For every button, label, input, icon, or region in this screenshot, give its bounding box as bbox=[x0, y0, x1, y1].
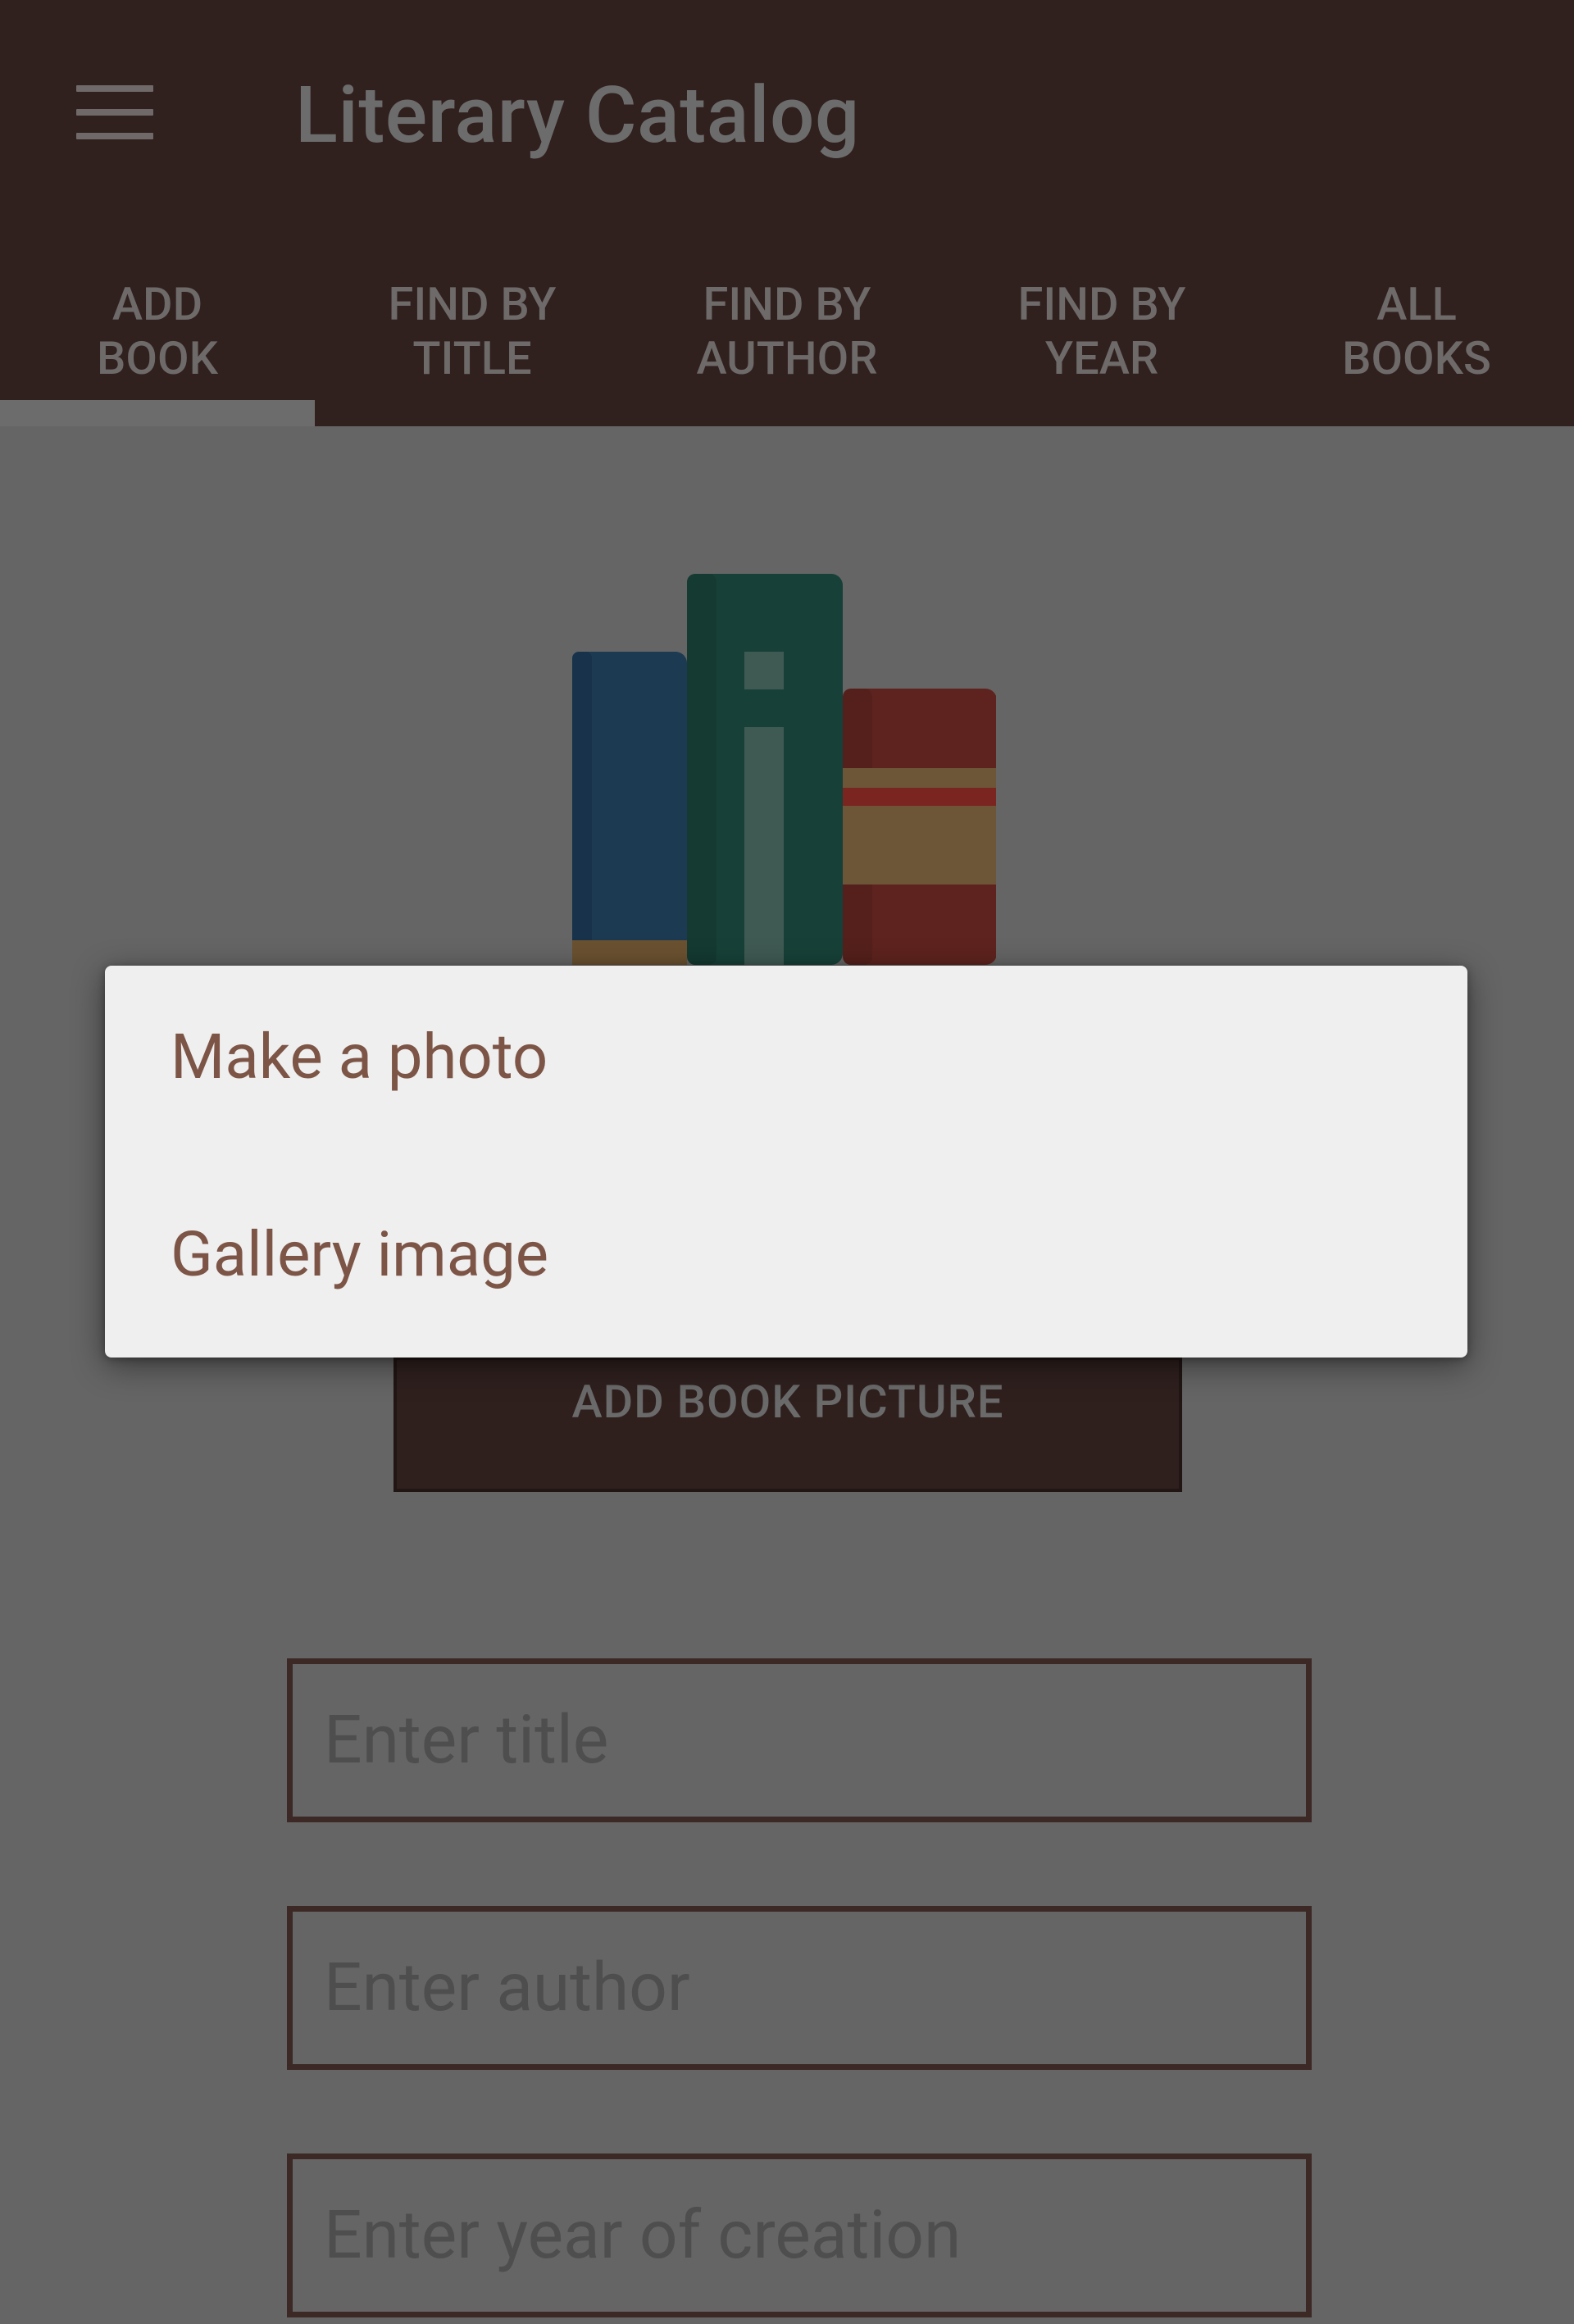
tab-label: FIND BY YEAR bbox=[1017, 277, 1186, 385]
tab-label: FIND BY AUTHOR bbox=[696, 277, 878, 385]
add-book-picture-label: ADD BOOK PICTURE bbox=[571, 1374, 1004, 1429]
option-label: Gallery image bbox=[171, 1217, 549, 1291]
tab-label: ALL BOOKS bbox=[1342, 277, 1491, 385]
year-input[interactable] bbox=[287, 2153, 1312, 2317]
gallery-image-option[interactable]: Gallery image bbox=[105, 1162, 1467, 1358]
app-title: Literary Catalog bbox=[295, 70, 860, 161]
tab-find-by-year[interactable]: FIND BY YEAR bbox=[944, 271, 1259, 426]
books-illustration bbox=[570, 571, 997, 965]
option-label: Make a photo bbox=[171, 1020, 548, 1094]
selected-tab-indicator bbox=[0, 400, 315, 426]
tab-label: FIND BY TITLE bbox=[388, 277, 557, 385]
tab-find-by-title[interactable]: FIND BY TITLE bbox=[315, 271, 630, 426]
picture-source-dialog: Make a photo Gallery image bbox=[105, 966, 1467, 1358]
make-a-photo-option[interactable]: Make a photo bbox=[105, 966, 1467, 1162]
author-input[interactable] bbox=[287, 1906, 1312, 2070]
tab-all-books[interactable]: ALL BOOKS bbox=[1259, 271, 1574, 426]
title-input[interactable] bbox=[287, 1658, 1312, 1822]
app-bar: Literary Catalog ADD BOOK FIND BY TITLE … bbox=[0, 0, 1574, 426]
tab-find-by-author[interactable]: FIND BY AUTHOR bbox=[630, 271, 944, 426]
add-book-picture-button[interactable]: ADD BOOK PICTURE bbox=[394, 1357, 1182, 1492]
hamburger-menu-icon[interactable] bbox=[76, 85, 153, 139]
